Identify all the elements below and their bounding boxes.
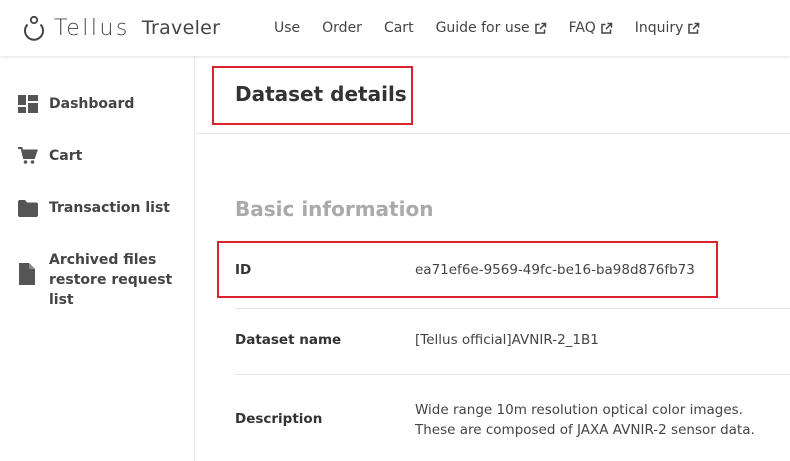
- tellus-logo[interactable]: Tellus Traveler: [22, 12, 220, 44]
- nav-cart[interactable]: Cart: [384, 20, 414, 36]
- external-link-icon: [688, 22, 700, 34]
- sidebar: Dashboard Cart Transaction list Archived…: [0, 56, 195, 461]
- sidebar-item-dashboard[interactable]: Dashboard: [18, 94, 134, 114]
- description-line: These are composed of JAXA AVNIR-2 senso…: [415, 422, 755, 438]
- nav-order-label: Order: [322, 20, 362, 36]
- label-line: restore request: [49, 272, 173, 288]
- external-link-icon: [534, 22, 546, 34]
- divider: [235, 374, 790, 375]
- nav-use[interactable]: Use: [274, 20, 300, 36]
- sidebar-item-label: Cart: [49, 148, 83, 164]
- sidebar-item-transaction-list[interactable]: Transaction list: [18, 198, 170, 218]
- main-nav: Use Order Cart Guide for use FAQ Inquiry: [274, 0, 722, 56]
- description-line: Wide range 10m resolution optical color …: [415, 402, 743, 418]
- dataset-name-label: Dataset name: [235, 332, 342, 348]
- description-value: Wide range 10m resolution optical color …: [415, 400, 755, 440]
- sidebar-item-archived-files[interactable]: Archived files restore request list: [18, 250, 172, 310]
- highlight-box-title: [212, 66, 413, 125]
- nav-cart-label: Cart: [383, 20, 414, 36]
- highlight-box-id: [217, 241, 718, 298]
- label-line: list: [49, 292, 74, 308]
- file-icon: [18, 263, 40, 285]
- folder-icon: [18, 198, 40, 218]
- divider: [235, 308, 790, 309]
- top-header: Tellus Traveler Use Order Cart Guide for…: [0, 0, 790, 56]
- nav-faq-label: FAQ: [568, 20, 596, 36]
- main-content: Dataset details Basic information ID ea7…: [196, 56, 790, 461]
- sidebar-item-label: Transaction list: [49, 200, 170, 216]
- dashboard-icon: [18, 94, 40, 114]
- sidebar-item-label: Archived files restore request list: [49, 250, 172, 310]
- cart-icon: [18, 146, 40, 166]
- nav-inquiry-label: Inquiry: [634, 20, 684, 36]
- sidebar-item-label: Dashboard: [49, 96, 135, 112]
- nav-faq[interactable]: FAQ: [569, 20, 613, 36]
- dataset-name-value: [Tellus official]AVNIR-2_1B1: [415, 332, 599, 348]
- nav-inquiry[interactable]: Inquiry: [635, 20, 701, 36]
- divider: [196, 133, 790, 134]
- nav-use-label: Use: [274, 20, 301, 36]
- label-line: Archived files: [49, 252, 157, 268]
- nav-guide-for-use[interactable]: Guide for use: [436, 20, 547, 36]
- description-label: Description: [235, 411, 323, 427]
- logo-subtitle: Traveler: [141, 17, 221, 39]
- sidebar-item-cart[interactable]: Cart: [18, 146, 82, 166]
- logo-text: Tellus: [54, 15, 130, 41]
- logo-icon: [24, 15, 44, 41]
- nav-order[interactable]: Order: [322, 20, 362, 36]
- external-link-icon: [600, 22, 612, 34]
- nav-guide-label: Guide for use: [435, 20, 530, 36]
- section-title: Basic information: [235, 197, 434, 221]
